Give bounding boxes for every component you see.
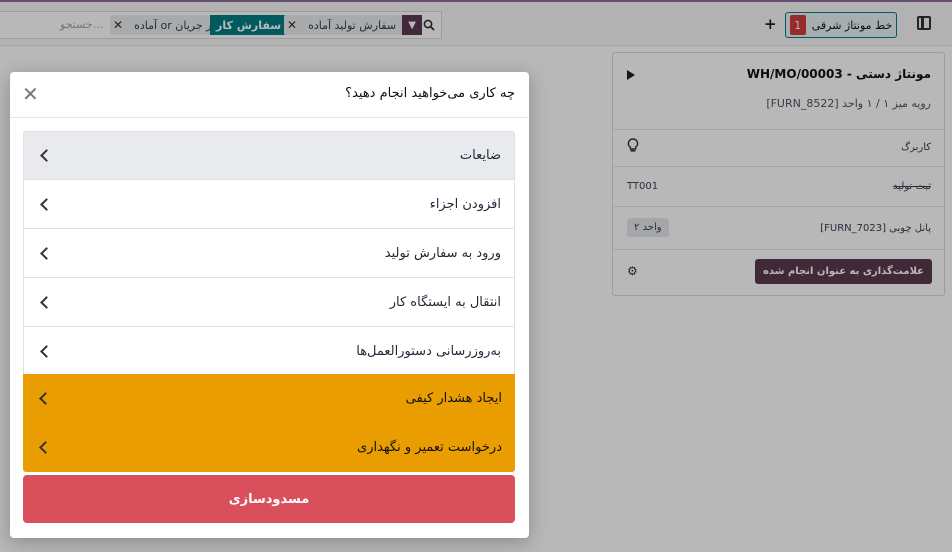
option-label: ایجاد هشدار کیفی [405,391,502,406]
chevron-left-icon [40,246,53,260]
option-label: به‌روزرسانی دستورالعمل‌ها [356,343,501,359]
option-label: ضایعات [459,148,501,163]
option-quality-alert[interactable]: ایجاد هشدار کیفی [23,374,515,423]
action-dialog: چه کاری می‌خواهید انجام دهید؟ ✕ ضایعات ا… [10,72,529,538]
chevron-left-icon [40,197,53,211]
dialog-header: چه کاری می‌خواهید انجام دهید؟ ✕ [10,72,529,118]
option-label: ورود به سفارش تولید [384,245,501,261]
block-button[interactable]: مسدودسازی [23,475,515,523]
chevron-left-icon [40,149,53,162]
chevron-left-icon [40,295,53,309]
option-maintenance-request[interactable]: درخواست تعمیر و نگهداری [23,423,515,472]
option-label: انتقال به ایستگاه کار [389,294,501,310]
option-label: درخواست تعمیر و نگهداری [357,440,502,455]
chevron-left-icon [39,392,52,405]
dialog-title: چه کاری می‌خواهید انجام دهید؟ [345,86,515,101]
option-update-instructions[interactable]: به‌روزرسانی دستورالعمل‌ها [23,327,515,376]
close-icon[interactable]: ✕ [22,82,39,106]
option-add-component[interactable]: افزودن اجزاء [23,180,515,229]
chevron-left-icon [39,441,52,454]
option-open-mo[interactable]: ورود به سفارش تولید [23,229,515,278]
chevron-left-icon [40,344,53,358]
option-label: افزودن اجزاء [429,196,501,212]
option-move-workcenter[interactable]: انتقال به ایستگاه کار [23,278,515,327]
option-scrap[interactable]: ضایعات [23,131,515,180]
